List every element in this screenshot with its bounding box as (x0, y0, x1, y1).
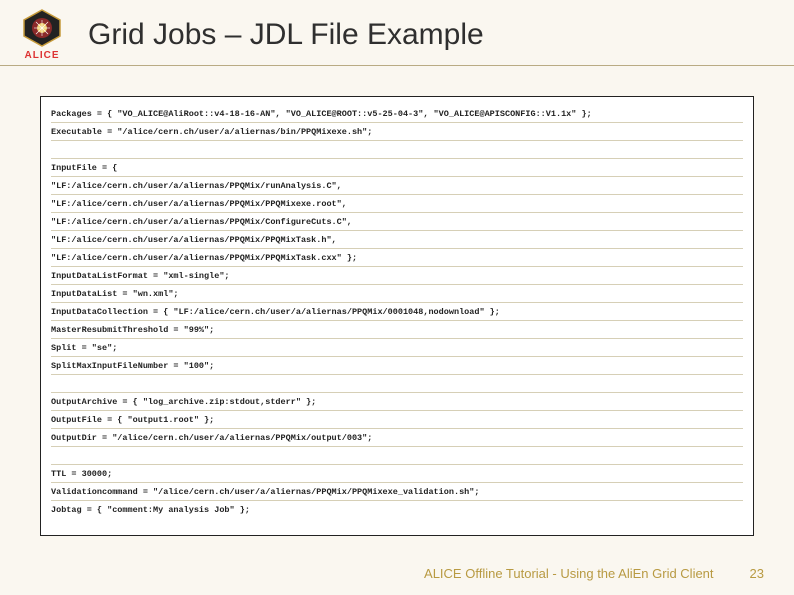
footer-text: ALICE Offline Tutorial - Using the AliEn… (424, 566, 714, 581)
code-line (51, 447, 743, 465)
code-line: InputFile = { (51, 159, 743, 177)
code-line: OutputArchive = { "log_archive.zip:stdou… (51, 393, 743, 411)
page-number: 23 (750, 566, 764, 581)
code-line (51, 141, 743, 159)
code-line: Jobtag = { "comment:My analysis Job" }; (51, 501, 743, 518)
logo-label: ALICE (25, 50, 60, 61)
slide-footer: ALICE Offline Tutorial - Using the AliEn… (0, 566, 794, 581)
code-line: Packages = { "VO_ALICE@AliRoot::v4-18-16… (51, 105, 743, 123)
code-line: "LF:/alice/cern.ch/user/a/aliernas/PPQMi… (51, 177, 743, 195)
code-line: OutputDir = "/alice/cern.ch/user/a/alier… (51, 429, 743, 447)
code-line: TTL = 30000; (51, 465, 743, 483)
code-line: Validationcommand = "/alice/cern.ch/user… (51, 483, 743, 501)
code-line: "LF:/alice/cern.ch/user/a/aliernas/PPQMi… (51, 195, 743, 213)
code-line: SplitMaxInputFileNumber = "100"; (51, 357, 743, 375)
code-line: "LF:/alice/cern.ch/user/a/aliernas/PPQMi… (51, 231, 743, 249)
code-line: OutputFile = { "output1.root" }; (51, 411, 743, 429)
code-line: InputDataListFormat = "xml-single"; (51, 267, 743, 285)
code-line: "LF:/alice/cern.ch/user/a/aliernas/PPQMi… (51, 249, 743, 267)
jdl-code-box: Packages = { "VO_ALICE@AliRoot::v4-18-16… (40, 96, 754, 536)
code-line: "LF:/alice/cern.ch/user/a/aliernas/PPQMi… (51, 213, 743, 231)
code-line: InputDataCollection = { "LF:/alice/cern.… (51, 303, 743, 321)
code-line: InputDataList = "wn.xml"; (51, 285, 743, 303)
slide-header: ALICE Grid Jobs – JDL File Example (0, 0, 794, 66)
code-line (51, 375, 743, 393)
alice-logo-icon (20, 8, 64, 48)
alice-logo: ALICE (20, 8, 64, 61)
code-line: Executable = "/alice/cern.ch/user/a/alie… (51, 123, 743, 141)
code-line: MasterResubmitThreshold = "99%"; (51, 321, 743, 339)
slide-title: Grid Jobs – JDL File Example (88, 18, 484, 52)
code-line: Split = "se"; (51, 339, 743, 357)
